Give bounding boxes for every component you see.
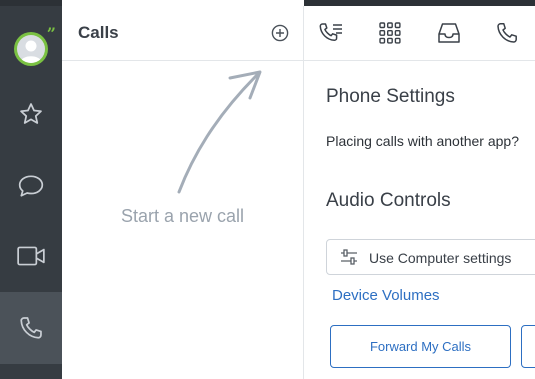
video-camera-icon — [17, 246, 45, 266]
avatar-placeholder — [17, 35, 45, 63]
top-toolbar — [304, 6, 535, 61]
placing-calls-text: Placing calls with another app? — [326, 133, 520, 149]
call-history-icon — [319, 23, 342, 42]
audio-controls-heading: Audio Controls — [326, 190, 451, 211]
phone-button[interactable] — [492, 18, 522, 48]
secondary-action-button[interactable] — [521, 325, 535, 368]
calls-panel: Calls Start a new call — [62, 6, 304, 379]
phone-icon — [20, 317, 42, 339]
phone-icon — [497, 23, 517, 43]
presence-ring — [14, 32, 48, 66]
audio-select-value: Use Computer settings — [369, 250, 512, 266]
rail-item-calls[interactable] — [0, 292, 62, 364]
rail-item-favorites[interactable] — [0, 78, 62, 150]
voicemail-inbox-button[interactable] — [434, 18, 464, 48]
voicemail-inbox-icon — [438, 23, 460, 43]
rail-top-strip — [0, 0, 62, 6]
empty-state-text: Start a new call — [120, 206, 245, 226]
audio-settings-select[interactable]: Use Computer settings — [326, 239, 535, 275]
calls-title: Calls — [78, 23, 119, 42]
new-call-button[interactable] — [270, 23, 290, 43]
chat-bubble-icon — [18, 175, 44, 197]
device-volumes-link[interactable]: Device Volumes — [332, 287, 440, 304]
call-history-button[interactable] — [316, 18, 346, 48]
left-rail: ” — [0, 0, 62, 379]
sliders-icon — [341, 249, 357, 265]
calls-header: Calls — [62, 6, 303, 61]
hint-arrow-icon — [177, 70, 262, 194]
dialpad-button[interactable] — [375, 18, 405, 48]
user-avatar[interactable]: ” — [14, 26, 56, 66]
phone-settings-content: Phone Settings Placing calls with anothe… — [304, 62, 535, 379]
person-silhouette-icon — [20, 40, 42, 63]
rail-item-messages[interactable] — [0, 150, 62, 222]
rail-item-video[interactable] — [0, 220, 62, 292]
phone-settings-heading: Phone Settings — [326, 86, 455, 107]
status-quote-icon: ” — [46, 24, 56, 43]
dialpad-icon — [379, 22, 401, 44]
forward-my-calls-button[interactable]: Forward My Calls — [330, 325, 511, 368]
star-icon — [20, 103, 42, 124]
plus-circle-icon — [271, 24, 289, 42]
